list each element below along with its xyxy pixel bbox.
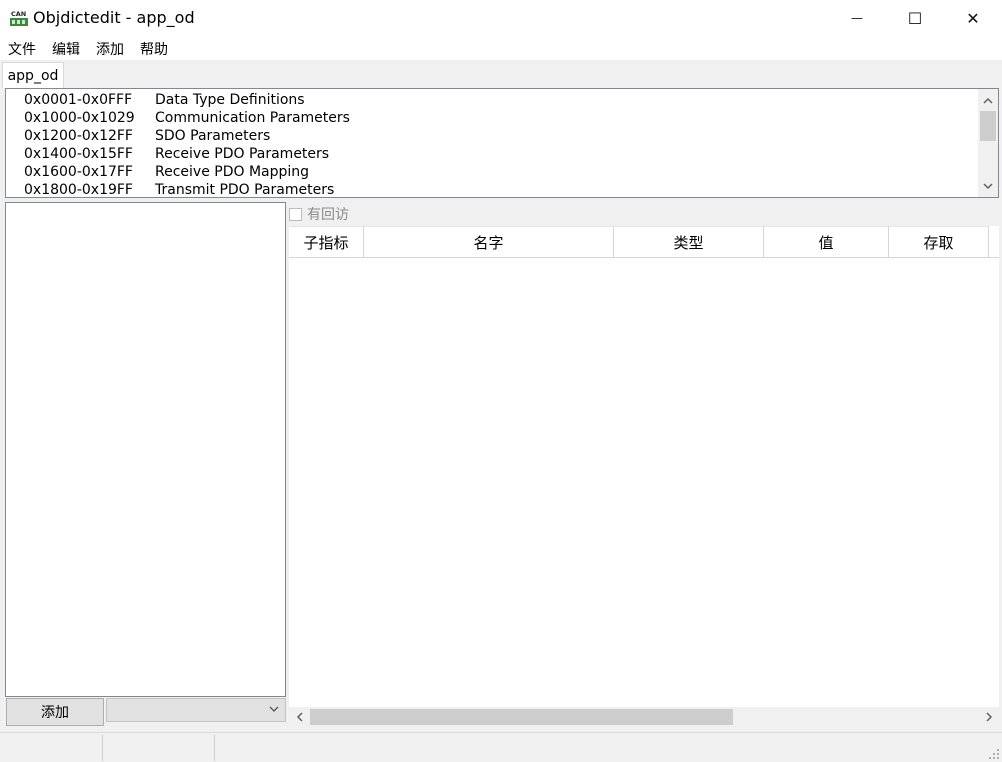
minimize-icon: — [851,11,863,25]
subindex-grid[interactable]: 子指标 名字 类型 值 存取 [289,226,999,708]
column-header-access[interactable]: 存取 [889,226,989,257]
add-button[interactable]: 添加 [6,698,104,726]
callback-checkbox-label: 有回访 [307,207,349,223]
add-type-combo[interactable] [106,698,286,722]
index-name: Communication Parameters [155,110,350,126]
horizontal-scrollbar[interactable] [289,707,999,727]
close-button[interactable]: ✕ [944,0,1002,36]
column-header-name[interactable]: 名字 [364,226,614,257]
callback-checkbox[interactable] [289,207,302,221]
index-range: 0x1200-0x12FF [24,128,133,144]
index-range: 0x1600-0x17FF [24,164,133,180]
index-name: Transmit PDO Parameters [155,182,335,198]
menu-bar: 文件 编辑 添加 帮助 [0,36,1002,60]
column-header-value[interactable]: 值 [764,226,889,257]
status-divider [102,735,103,761]
scroll-right-icon[interactable] [979,707,999,727]
index-list-panel[interactable] [5,202,286,697]
scroll-down-icon[interactable] [978,177,998,195]
index-name: Data Type Definitions [155,92,305,108]
index-range-list[interactable]: 0x0001-0x0FFF Data Type Definitions 0x10… [5,88,999,198]
menu-edit[interactable]: 编辑 [52,39,80,59]
index-name: Receive PDO Mapping [155,164,310,180]
index-name: SDO Parameters [155,128,271,144]
status-bar [0,732,1002,762]
minimize-button[interactable]: — [828,0,886,36]
resize-grip-icon[interactable] [988,748,1000,760]
menu-add[interactable]: 添加 [96,39,124,59]
scrollbar-thumb[interactable] [980,111,996,141]
title-bar: CAN Objdictedit - app_od — ☐ ✕ [0,0,1002,36]
maximize-icon: ☐ [907,8,923,28]
vertical-scrollbar[interactable] [978,89,998,197]
index-range: 0x1000-0x1029 [24,110,135,126]
index-range: 0x1800-0x19FF [24,182,133,198]
menu-file[interactable]: 文件 [8,39,36,59]
menu-help[interactable]: 帮助 [140,39,168,59]
index-range: 0x1400-0x15FF [24,146,133,162]
can-icon: CAN [10,10,28,26]
maximize-button[interactable]: ☐ [886,0,944,36]
window-title: Objdictedit - app_od [33,8,195,27]
column-header-subindex[interactable]: 子指标 [289,226,364,257]
scroll-left-icon[interactable] [289,707,309,727]
scrollbar-thumb[interactable] [310,709,733,725]
grid-header: 子指标 名字 类型 值 存取 [289,226,999,258]
callback-checkbox-row[interactable]: 有回访 [289,205,349,223]
column-header-type[interactable]: 类型 [614,226,764,257]
tab-app-od[interactable]: app_od [2,62,64,88]
index-range: 0x0001-0x0FFF [24,92,133,108]
index-name: Receive PDO Parameters [155,146,330,162]
scroll-up-icon[interactable] [978,91,998,109]
svg-text:CAN: CAN [11,10,26,18]
close-icon: ✕ [966,8,980,28]
status-divider [214,735,215,761]
chevron-down-icon [269,706,279,712]
